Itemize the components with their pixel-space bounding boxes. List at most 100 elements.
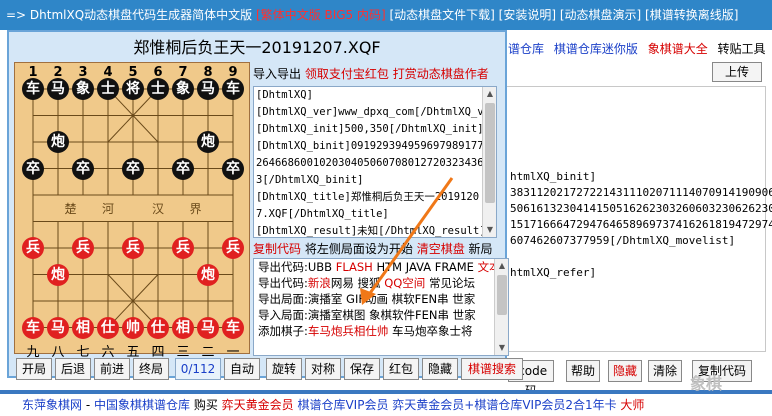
- red-piece[interactable]: 兵: [222, 237, 244, 259]
- control-button[interactable]: 终局: [133, 358, 169, 380]
- control-button[interactable]: 旋转: [266, 358, 302, 380]
- bg-code-line: 607462607377959[/DhtmlXQ_movelist]: [510, 234, 736, 247]
- bg-link-mini[interactable]: 棋谱仓库迷你版: [554, 42, 638, 56]
- red-piece[interactable]: 马: [47, 316, 69, 339]
- red-piece[interactable]: 兵: [72, 237, 94, 259]
- tip-author-link[interactable]: 打赏动态棋盘作者: [393, 67, 489, 81]
- control-button[interactable]: 自动: [224, 358, 260, 380]
- red-piece[interactable]: 相: [172, 316, 194, 339]
- footer-link[interactable]: 弈天黄金会员+棋谱仓库VIP会员2合1年卡: [392, 398, 616, 412]
- black-piece[interactable]: 卒: [222, 157, 244, 180]
- black-piece[interactable]: 士: [147, 78, 169, 100]
- bg-clear-button[interactable]: 清除: [648, 360, 682, 382]
- copy-code-link[interactable]: 复制代码: [253, 242, 301, 256]
- export-option-link[interactable]: 常见论坛: [425, 276, 475, 290]
- control-button[interactable]: 保存: [344, 358, 380, 380]
- scroll-thumb[interactable]: [497, 275, 507, 315]
- black-piece[interactable]: 卒: [122, 157, 144, 180]
- red-piece[interactable]: 相: [72, 316, 94, 339]
- export-scrollbar[interactable]: ▲ ▼: [494, 259, 508, 355]
- black-piece[interactable]: 马: [47, 78, 69, 100]
- export-option-link[interactable]: 车马炮卒象士将: [388, 324, 473, 338]
- scroll-up-icon[interactable]: ▲: [485, 89, 495, 99]
- scroll-thumb[interactable]: [485, 103, 495, 203]
- red-piece[interactable]: 车: [222, 316, 244, 339]
- black-piece[interactable]: 士: [97, 78, 119, 100]
- traditional-version-link[interactable]: [繁体中文版 BIG5 内码]: [256, 8, 386, 22]
- code-line: 7.XQF[/DhtmlXQ_title]: [256, 208, 389, 220]
- code-line: [DhtmlXQ_ver]www_dpxq_com[/DhtmlXQ_ver]: [256, 106, 497, 118]
- footer-link[interactable]: 中国象棋棋谱仓库: [94, 398, 190, 412]
- control-button[interactable]: 后退: [55, 358, 91, 380]
- bg-link-warehouse[interactable]: 谱仓库: [508, 42, 544, 56]
- export-option-link[interactable]: 网易 搜狐: [331, 276, 384, 290]
- black-piece[interactable]: 炮: [197, 131, 219, 153]
- export-option-link[interactable]: 车马炮兵相仕帅: [308, 324, 389, 338]
- export-option-link[interactable]: FLASH: [336, 260, 373, 274]
- file-label: 一: [226, 344, 240, 360]
- red-piece[interactable]: 车: [22, 316, 44, 339]
- clear-board-link[interactable]: 清空棋盘: [417, 242, 465, 256]
- scroll-up-icon[interactable]: ▲: [497, 261, 507, 271]
- alipay-red-packet-link[interactable]: 领取支付宝红包: [305, 67, 389, 81]
- red-piece[interactable]: 帅: [122, 316, 144, 339]
- black-piece[interactable]: 车: [222, 78, 244, 100]
- control-button[interactable]: 红包: [383, 358, 419, 380]
- black-piece[interactable]: 马: [197, 78, 219, 100]
- black-piece[interactable]: 象: [72, 78, 94, 100]
- export-option-row: 导出代码:新浪网易 搜狐 QQ空间 常见论坛: [254, 275, 508, 291]
- scroll-down-icon[interactable]: ▼: [497, 343, 507, 353]
- red-piece[interactable]: 兵: [122, 237, 144, 259]
- bg-hide-button[interactable]: 隐藏: [608, 360, 642, 382]
- black-piece[interactable]: 卒: [22, 157, 44, 180]
- control-button[interactable]: 前进: [94, 358, 130, 380]
- footer-link[interactable]: 东萍象棋网: [22, 398, 82, 412]
- export-option-link[interactable]: 导入局面:演播室棋图 象棋软件FEN串 世家: [258, 308, 476, 322]
- red-piece[interactable]: 仕: [97, 316, 119, 339]
- black-piece[interactable]: 卒: [72, 157, 94, 180]
- black-piece[interactable]: 将: [122, 78, 144, 100]
- import-export-header: 导入导出 领取支付宝红包 打赏动态棋盘作者: [253, 64, 503, 84]
- code-actions: 复制代码 将左侧局面设为开始 清空棋盘 新局: [253, 239, 505, 259]
- export-option-link[interactable]: HTM JAVA FRAME: [373, 260, 478, 274]
- export-option-link[interactable]: 导出局面:演播室 GIF动画 棋软FEN串 世家: [258, 292, 475, 306]
- black-piece[interactable]: 卒: [172, 157, 194, 180]
- black-piece[interactable]: 车: [22, 78, 44, 100]
- code-scrollbar[interactable]: ▲ ▼: [482, 87, 496, 237]
- export-option-link[interactable]: 导出代码:UBB: [258, 260, 336, 274]
- new-game-link[interactable]: 新局: [469, 242, 493, 256]
- file-label: 五: [126, 344, 140, 360]
- bg-help-button[interactable]: 帮助: [566, 360, 600, 382]
- export-option-link[interactable]: 添加棋子:: [258, 324, 308, 338]
- upload-button[interactable]: 上传: [712, 62, 762, 82]
- red-piece[interactable]: 兵: [22, 237, 44, 259]
- bg-link-collection[interactable]: 象棋谱大全: [648, 42, 708, 56]
- dhtml-code-textarea[interactable]: [DhtmlXQ] [DhtmlXQ_ver]www_dpxq_com[/Dhtm…: [253, 86, 497, 238]
- black-piece[interactable]: 炮: [47, 131, 69, 153]
- footer-link[interactable]: 大师: [617, 398, 644, 412]
- control-button[interactable]: 隐藏: [422, 358, 458, 380]
- red-piece[interactable]: 兵: [172, 237, 194, 259]
- import-export-label: 导入导出: [253, 67, 302, 81]
- bg-link-repost-tool[interactable]: 转贴工具: [718, 42, 766, 56]
- bg-code-line: 5061613230414150516262303260603230626230…: [510, 202, 772, 215]
- control-button[interactable]: 棋谱搜索: [461, 358, 523, 380]
- xiangqi-board[interactable]: 123456789九八七六五四三二一楚河汉界车马象士将士象马车炮炮卒卒卒卒卒兵兵…: [14, 62, 250, 360]
- export-option-link[interactable]: 导出代码:: [258, 276, 308, 290]
- red-piece[interactable]: 炮: [47, 263, 69, 286]
- red-piece[interactable]: 炮: [197, 263, 219, 286]
- set-start-link[interactable]: 将左侧局面设为开始: [305, 242, 413, 256]
- red-piece[interactable]: 仕: [147, 316, 169, 339]
- footer-link[interactable]: 棋谱仓库VIP会员: [294, 398, 393, 412]
- control-button[interactable]: 对称: [305, 358, 341, 380]
- red-piece[interactable]: 马: [197, 316, 219, 339]
- export-option-link[interactable]: 新浪: [308, 276, 331, 290]
- footer-link[interactable]: 弈天黄金会员: [222, 398, 294, 412]
- chess-board-popup: 郑惟桐后负王天一20191207.XQF 123456789九八七六五四三二一楚…: [7, 30, 523, 380]
- control-button[interactable]: 开局: [16, 358, 52, 380]
- export-option-link[interactable]: QQ空间: [384, 276, 425, 290]
- scroll-down-icon[interactable]: ▼: [485, 225, 495, 235]
- black-piece[interactable]: 象: [172, 78, 194, 100]
- top-nav-links[interactable]: [动态棋盘文件下载] [安装说明] [动态棋盘演示] [棋谱转换离线版]: [386, 8, 739, 22]
- code-line: [DhtmlXQ_title]郑惟桐后负王天一2019120: [256, 191, 480, 203]
